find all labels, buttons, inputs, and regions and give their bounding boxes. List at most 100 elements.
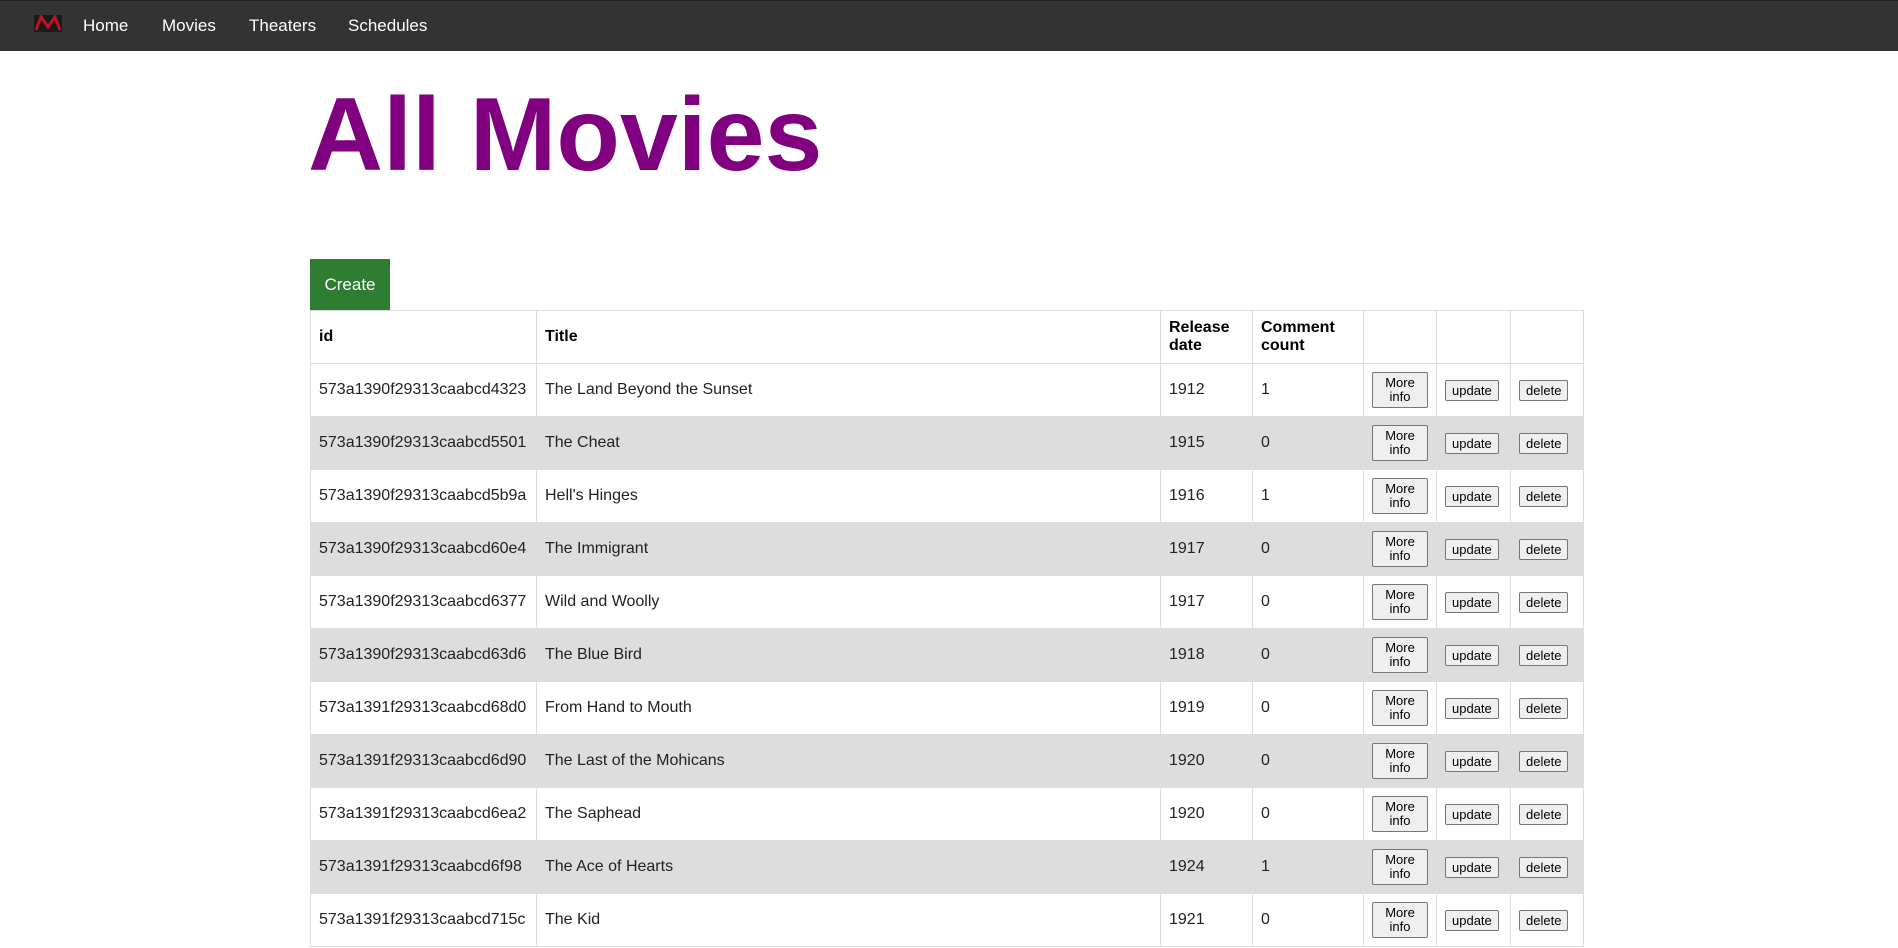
more-info-button[interactable]: More info xyxy=(1372,531,1428,567)
more-info-cell: More info xyxy=(1363,681,1437,735)
movie-id: 573a1391f29313caabcd6f98 xyxy=(310,840,537,894)
movie-title: The Cheat xyxy=(536,416,1161,470)
update-cell: update xyxy=(1436,893,1511,947)
page-title: All Movies xyxy=(308,77,823,193)
movie-id: 573a1391f29313caabcd715c xyxy=(310,893,537,947)
movie-comment-count: 0 xyxy=(1252,893,1364,947)
more-info-cell: More info xyxy=(1363,522,1437,576)
delete-button[interactable]: delete xyxy=(1519,750,1569,772)
delete-button[interactable]: delete xyxy=(1519,379,1569,401)
delete-button[interactable]: delete xyxy=(1519,432,1569,454)
nav-home-link[interactable]: Home xyxy=(83,1,128,51)
update-button[interactable]: update xyxy=(1445,432,1499,454)
delete-button[interactable]: delete xyxy=(1519,856,1569,878)
header-more-info xyxy=(1363,310,1437,364)
delete-button[interactable]: delete xyxy=(1519,803,1569,825)
table-row: 573a1390f29313caabcd5501 The Cheat 1915 0 Mo… xyxy=(310,416,1584,470)
movie-comment-count: 1 xyxy=(1252,469,1364,523)
table-row: 573a1390f29313caabcd4323 The Land Beyond … xyxy=(310,363,1584,417)
top-navbar: Home Movies Theaters Schedules xyxy=(0,0,1898,51)
nav-schedules-link[interactable]: Schedules xyxy=(348,1,427,51)
update-button[interactable]: update xyxy=(1445,591,1499,613)
delete-button[interactable]: delete xyxy=(1519,909,1569,931)
movie-id: 573a1390f29313caabcd60e4 xyxy=(310,522,537,576)
more-info-cell: More info xyxy=(1363,840,1437,894)
movie-release-date: 1916 xyxy=(1160,469,1253,523)
update-cell: update xyxy=(1436,681,1511,735)
more-info-button[interactable]: More info xyxy=(1372,425,1428,461)
movie-title: The Kid xyxy=(536,893,1161,947)
movie-comment-count: 0 xyxy=(1252,416,1364,470)
delete-cell: delete xyxy=(1510,575,1584,629)
more-info-button[interactable]: More info xyxy=(1372,637,1428,673)
delete-button[interactable]: delete xyxy=(1519,485,1569,507)
update-cell: update xyxy=(1436,840,1511,894)
update-button[interactable]: update xyxy=(1445,485,1499,507)
table-row: 573a1391f29313caabcd6d90 The Last of the … xyxy=(310,734,1584,788)
more-info-button[interactable]: More info xyxy=(1372,796,1428,832)
update-button[interactable]: update xyxy=(1445,538,1499,560)
update-button[interactable]: update xyxy=(1445,856,1499,878)
more-info-button[interactable]: More info xyxy=(1372,690,1428,726)
update-button[interactable]: update xyxy=(1445,803,1499,825)
table-row: 573a1391f29313caabcd6ea2 The Saphead 1920 0… xyxy=(310,787,1584,841)
movie-comment-count: 1 xyxy=(1252,363,1364,417)
movie-id: 573a1390f29313caabcd4323 xyxy=(310,363,537,417)
update-cell: update xyxy=(1436,575,1511,629)
delete-button[interactable]: delete xyxy=(1519,697,1569,719)
delete-button[interactable]: delete xyxy=(1519,644,1569,666)
delete-cell: delete xyxy=(1510,893,1584,947)
movie-comment-count: 0 xyxy=(1252,734,1364,788)
update-button[interactable]: update xyxy=(1445,697,1499,719)
delete-cell: delete xyxy=(1510,787,1584,841)
more-info-button[interactable]: More info xyxy=(1372,478,1428,514)
more-info-button[interactable]: More info xyxy=(1372,743,1428,779)
header-id: id xyxy=(310,310,537,364)
update-button[interactable]: update xyxy=(1445,379,1499,401)
movie-release-date: 1920 xyxy=(1160,734,1253,788)
movie-release-date: 1917 xyxy=(1160,522,1253,576)
more-info-button[interactable]: More info xyxy=(1372,584,1428,620)
update-button[interactable]: update xyxy=(1445,750,1499,772)
more-info-button[interactable]: More info xyxy=(1372,902,1428,938)
more-info-cell: More info xyxy=(1363,628,1437,682)
update-cell: update xyxy=(1436,522,1511,576)
movie-title: The Land Beyond the Sunset xyxy=(536,363,1161,417)
logo-icon[interactable] xyxy=(34,15,62,32)
table-header-row: id Title Release date Comment count xyxy=(310,310,1584,364)
movie-title: The Last of the Mohicans xyxy=(536,734,1161,788)
header-comment-count: Comment count xyxy=(1252,310,1364,364)
more-info-button[interactable]: More info xyxy=(1372,849,1428,885)
create-button[interactable]: Create xyxy=(310,259,390,310)
movie-title: From Hand to Mouth xyxy=(536,681,1161,735)
header-title: Title xyxy=(536,310,1161,364)
update-button[interactable]: update xyxy=(1445,909,1499,931)
delete-cell: delete xyxy=(1510,363,1584,417)
movie-title: Hell's Hinges xyxy=(536,469,1161,523)
more-info-button[interactable]: More info xyxy=(1372,372,1428,408)
update-cell: update xyxy=(1436,416,1511,470)
movie-release-date: 1915 xyxy=(1160,416,1253,470)
movie-id: 573a1390f29313caabcd6377 xyxy=(310,575,537,629)
header-delete xyxy=(1510,310,1584,364)
movie-release-date: 1917 xyxy=(1160,575,1253,629)
movie-title: The Blue Bird xyxy=(536,628,1161,682)
movie-id: 573a1390f29313caabcd5b9a xyxy=(310,469,537,523)
update-button[interactable]: update xyxy=(1445,644,1499,666)
delete-button[interactable]: delete xyxy=(1519,538,1569,560)
movie-title: The Ace of Hearts xyxy=(536,840,1161,894)
nav-movies-link[interactable]: Movies xyxy=(162,1,216,51)
update-cell: update xyxy=(1436,734,1511,788)
table-row: 573a1390f29313caabcd63d6 The Blue Bird 191… xyxy=(310,628,1584,682)
movie-comment-count: 0 xyxy=(1252,522,1364,576)
movie-release-date: 1921 xyxy=(1160,893,1253,947)
movie-comment-count: 0 xyxy=(1252,628,1364,682)
movie-id: 573a1390f29313caabcd63d6 xyxy=(310,628,537,682)
movies-table: id Title Release date Comment count 573a… xyxy=(310,310,1584,947)
movie-release-date: 1920 xyxy=(1160,787,1253,841)
movie-comment-count: 0 xyxy=(1252,681,1364,735)
update-cell: update xyxy=(1436,628,1511,682)
table-row: 573a1391f29313caabcd715c The Kid 1921 0 More… xyxy=(310,893,1584,947)
nav-theaters-link[interactable]: Theaters xyxy=(249,1,316,51)
delete-button[interactable]: delete xyxy=(1519,591,1569,613)
